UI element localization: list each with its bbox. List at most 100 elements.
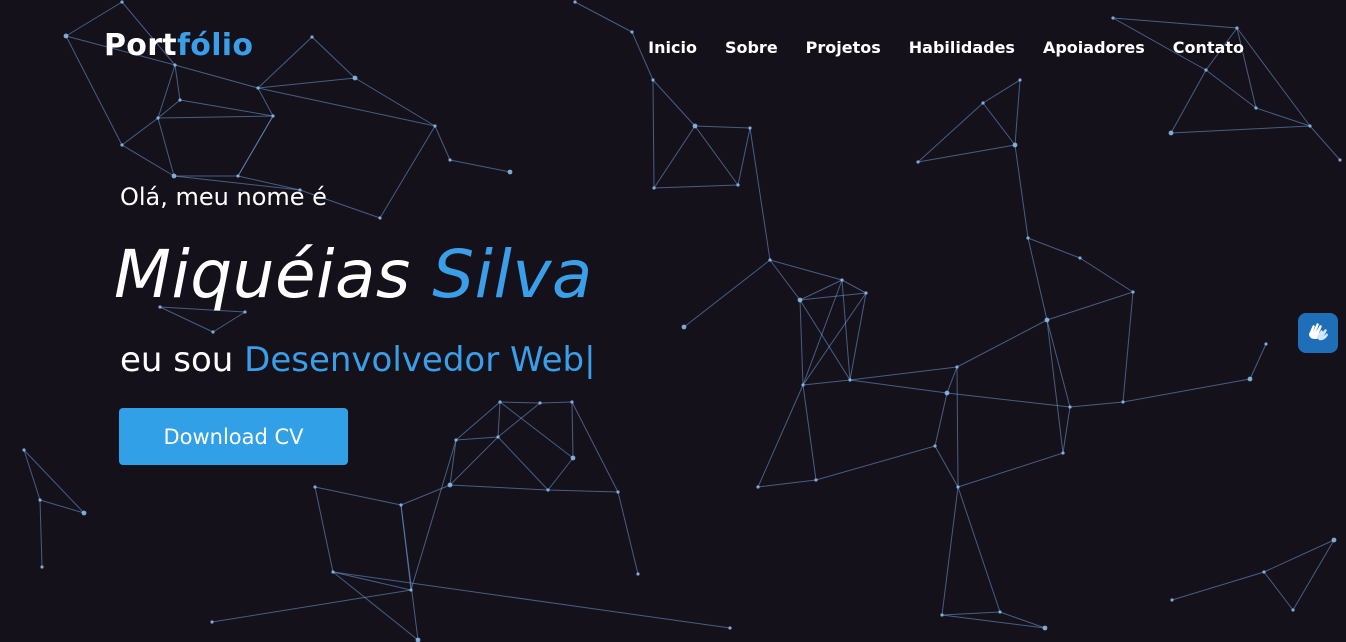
network-line [934,392,948,447]
network-node [1204,68,1208,72]
network-node [1247,376,1253,382]
network-node [1121,400,1125,404]
sign-language-hands-icon [1303,316,1333,350]
network-node [998,610,1002,614]
nav-item-projetos[interactable]: Projetos [806,38,881,57]
network-line [1046,291,1134,321]
hero-name: Miquéias Silva [114,236,593,313]
network-line [121,117,159,146]
network-line [1062,406,1071,454]
network-line [1255,107,1311,127]
nav-item-sobre[interactable]: Sobre [725,38,778,57]
network-line [815,445,936,481]
network-node [748,126,752,130]
network-line [400,504,419,641]
network-node [22,448,26,452]
network-line [455,436,499,441]
network-line [941,611,1001,616]
network-line [941,614,1046,629]
network-node [756,485,760,489]
network-line [802,384,817,481]
nav-item-inicio[interactable]: Inicio [648,38,697,57]
network-node [814,478,818,482]
network-line [1112,17,1238,29]
network-node [1291,608,1295,612]
network-node [1170,598,1174,602]
network-node [120,0,124,4]
network-line [23,449,41,501]
site-logo[interactable]: Portfólio [104,28,253,63]
network-line [653,184,739,189]
nav-item-contato[interactable]: Contato [1173,38,1244,57]
network-line [982,79,1021,104]
network-node [1338,158,1342,162]
network-node [210,620,214,624]
network-line [617,491,639,575]
network-node [955,365,959,369]
network-line [1069,401,1124,408]
network-line [749,127,771,261]
network-line [379,125,436,219]
network-node [1254,106,1258,110]
network-node [173,63,177,67]
network-line [497,436,549,491]
network-line [956,319,1048,368]
network-node [768,258,772,262]
network-line [571,401,574,459]
network-line [849,379,948,394]
network-node [409,588,413,592]
network-node [433,124,437,128]
network-node [630,30,634,34]
network-node [454,438,458,442]
network-node [570,455,576,461]
network-node [1012,142,1018,148]
network-node [944,390,950,396]
network-node [681,324,687,330]
network-line [946,392,1071,408]
network-node [1131,290,1135,294]
network-node [916,160,920,164]
network-node [310,35,314,39]
logo-text-part2: fólio [176,28,254,63]
network-node [1235,26,1239,30]
network-node [1061,451,1065,455]
network-line [757,384,804,488]
network-node [171,173,177,179]
hero-greeting: Olá, meu nome é [120,183,327,211]
network-node [178,98,182,102]
download-cv-button[interactable]: Download CV [119,408,348,465]
network-line [400,484,451,506]
network-line [497,402,541,438]
network-line [1122,291,1134,403]
network-node [652,186,656,190]
network-node [692,123,698,129]
nav-item-habilidades[interactable]: Habilidades [909,38,1015,57]
network-line [1027,237,1081,259]
network-line [179,99,274,117]
portfolio-page: Portfólio Inicio Sobre Projetos Habilida… [0,0,1346,642]
network-line [1014,144,1029,239]
network-node [538,401,542,405]
hero-last-name: Silva [432,236,593,313]
network-line [799,299,851,381]
network-line [311,36,356,79]
network-node [1026,236,1030,240]
network-line [941,486,959,616]
network-line [799,292,867,301]
nav-item-apoiadores[interactable]: Apoiadores [1043,38,1145,57]
network-line [571,401,619,493]
network-node [496,435,500,439]
network-line [499,401,541,404]
network-node [797,297,803,303]
network-line [547,457,574,491]
particle-network-background [22,0,1342,642]
accessibility-button[interactable] [1298,313,1338,353]
network-line [449,436,499,486]
network-line [849,366,958,381]
network-node [236,174,240,178]
network-line [257,36,313,89]
network-node [956,485,960,489]
network-node [981,101,985,105]
network-line [957,452,1064,488]
network-line [1263,539,1335,573]
